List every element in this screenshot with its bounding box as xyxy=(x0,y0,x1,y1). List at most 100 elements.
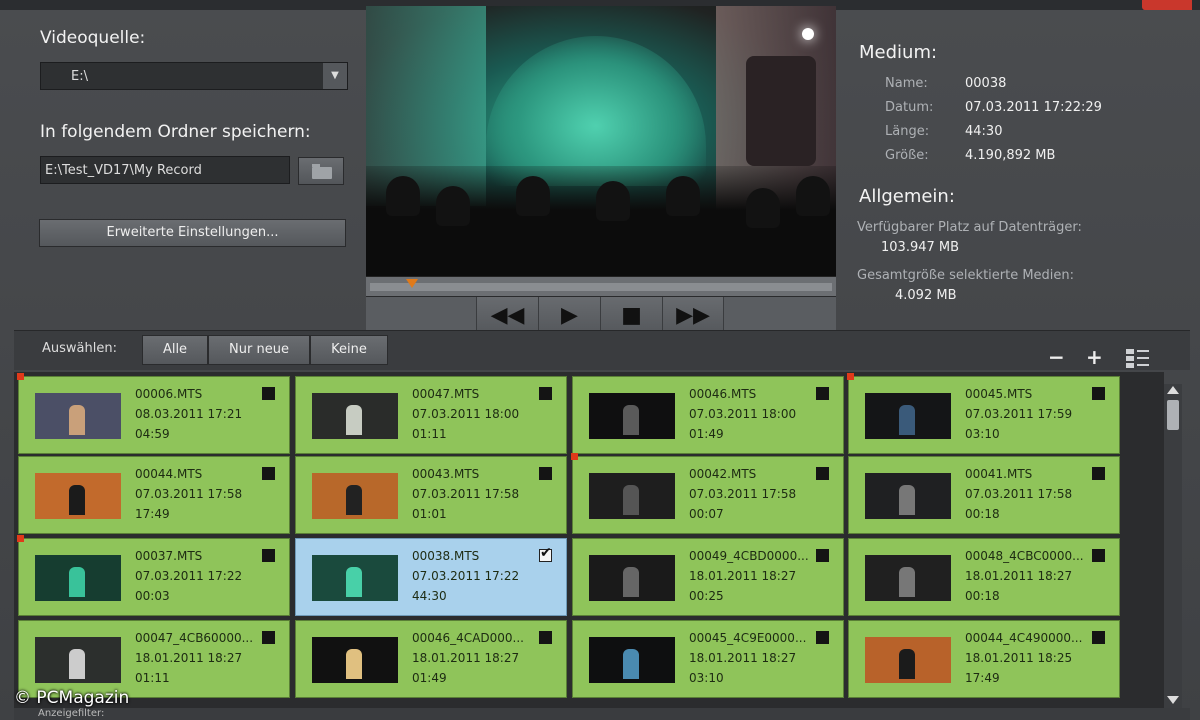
media-tile[interactable]: 00006.MTS 08.03.2011 17:21 04:59 xyxy=(17,373,290,454)
media-tile[interactable]: 00046_4CAD000... 18.01.2011 18:27 01:49 xyxy=(295,620,567,698)
new-media-marker xyxy=(17,535,24,542)
grid-scrollbar[interactable] xyxy=(1164,384,1182,708)
select-checkbox[interactable] xyxy=(1092,467,1105,480)
select-checkbox[interactable] xyxy=(262,387,275,400)
media-tile[interactable]: 00047_4CB60000... 18.01.2011 18:27 01:11 xyxy=(18,620,290,698)
select-none-button[interactable]: Keine xyxy=(310,335,388,365)
file-date: 07.03.2011 17:22 xyxy=(135,569,243,583)
preview-statue xyxy=(746,56,816,166)
media-tile[interactable]: 00042.MTS 07.03.2011 17:58 00:07 xyxy=(571,453,844,534)
media-tile[interactable]: 00045.MTS 07.03.2011 17:59 03:10 xyxy=(847,373,1120,454)
zoom-out-button[interactable]: − xyxy=(1048,345,1065,369)
preview-crowd xyxy=(366,166,836,276)
folder-path-input[interactable]: E:\Test_VD17\My Record xyxy=(40,156,290,184)
media-tile[interactable]: 00045_4C9E0000... 18.01.2011 18:27 03:10 xyxy=(572,620,844,698)
select-checkbox[interactable] xyxy=(1092,631,1105,644)
file-date: 18.01.2011 18:27 xyxy=(965,569,1073,583)
video-preview[interactable] xyxy=(366,6,836,276)
file-name: 00044_4C490000... xyxy=(965,631,1083,645)
file-name: 00043.MTS xyxy=(412,467,480,481)
file-length: 01:01 xyxy=(412,507,447,521)
media-tile[interactable]: 00044.MTS 07.03.2011 17:58 17:49 xyxy=(18,456,290,534)
scroll-down-icon[interactable] xyxy=(1167,696,1179,704)
file-length: 00:07 xyxy=(689,507,724,521)
import-window: Videoquelle: E:\ ▼ In folgendem Ordner s… xyxy=(0,0,1200,720)
file-date: 18.01.2011 18:25 xyxy=(965,651,1073,665)
browse-folder-button[interactable] xyxy=(298,157,344,185)
select-checkbox[interactable] xyxy=(539,467,552,480)
select-checkbox[interactable] xyxy=(816,631,829,644)
media-tile[interactable]: 00044_4C490000... 18.01.2011 18:25 17:49 xyxy=(848,620,1120,698)
preview-head xyxy=(746,188,780,228)
file-length: 01:11 xyxy=(135,671,170,685)
media-tile[interactable]: 00043.MTS 07.03.2011 17:58 01:01 xyxy=(295,456,567,534)
selection-toolbar: Auswählen: Alle Nur neue Keine − + xyxy=(14,330,1190,370)
file-length: 01:49 xyxy=(689,427,724,441)
preview-head xyxy=(796,176,830,216)
select-checkbox[interactable] xyxy=(539,631,552,644)
select-checkbox[interactable] xyxy=(1092,387,1105,400)
select-checkbox[interactable] xyxy=(539,387,552,400)
date-value: 07.03.2011 17:22:29 xyxy=(965,100,1102,115)
video-thumbnail xyxy=(35,473,121,519)
preview-head xyxy=(596,181,630,221)
view-mode-icon[interactable] xyxy=(1126,349,1150,369)
video-thumbnail xyxy=(589,393,675,439)
source-label: Videoquelle: xyxy=(40,28,146,48)
select-checkbox[interactable] xyxy=(816,549,829,562)
video-thumbnail xyxy=(35,637,121,683)
close-button[interactable] xyxy=(1142,0,1192,10)
file-date: 07.03.2011 18:00 xyxy=(689,407,797,421)
length-value: 44:30 xyxy=(965,124,1003,139)
length-label: Länge: xyxy=(885,124,930,139)
select-checkbox[interactable] xyxy=(816,467,829,480)
new-media-marker xyxy=(847,373,854,380)
advanced-settings-button[interactable]: Erweiterte Einstellungen... xyxy=(39,219,346,247)
select-checkbox[interactable] xyxy=(262,631,275,644)
date-label: Datum: xyxy=(885,100,934,115)
file-date: 07.03.2011 17:58 xyxy=(965,487,1073,501)
file-date: 07.03.2011 17:58 xyxy=(689,487,797,501)
preview-stage xyxy=(486,36,706,186)
media-tile[interactable]: 00041.MTS 07.03.2011 17:58 00:18 xyxy=(848,456,1120,534)
media-tile[interactable]: 00049_4CBD0000... 18.01.2011 18:27 00:25 xyxy=(572,538,844,616)
playhead-marker[interactable] xyxy=(406,279,418,288)
scrollbar-thumb[interactable] xyxy=(1167,400,1179,430)
media-tile[interactable]: 00047.MTS 07.03.2011 18:00 01:11 xyxy=(295,376,567,454)
select-all-button[interactable]: Alle xyxy=(142,335,208,365)
video-thumbnail xyxy=(589,555,675,601)
file-date: 07.03.2011 18:00 xyxy=(412,407,520,421)
zoom-in-button[interactable]: + xyxy=(1086,345,1103,369)
file-length: 00:03 xyxy=(135,589,170,603)
file-name: 00037.MTS xyxy=(135,549,203,563)
video-thumbnail xyxy=(865,637,951,683)
scroll-up-icon[interactable] xyxy=(1167,386,1179,394)
media-tile[interactable]: 00038.MTS 07.03.2011 17:22 44:30 xyxy=(295,538,567,616)
free-space-label: Verfügbarer Platz auf Datenträger: xyxy=(857,220,1082,235)
video-thumbnail xyxy=(312,473,398,519)
preview-head xyxy=(516,176,550,216)
video-thumbnail xyxy=(312,393,398,439)
select-checkbox[interactable] xyxy=(262,467,275,480)
timeline[interactable] xyxy=(366,276,836,296)
media-tile[interactable]: 00037.MTS 07.03.2011 17:22 00:03 xyxy=(17,535,290,616)
chevron-down-icon[interactable]: ▼ xyxy=(323,63,347,89)
media-tile[interactable]: 00046.MTS 07.03.2011 18:00 01:49 xyxy=(572,376,844,454)
video-thumbnail xyxy=(312,555,398,601)
timeline-track[interactable] xyxy=(370,283,832,291)
select-new-button[interactable]: Nur neue xyxy=(208,335,310,365)
select-checkbox[interactable] xyxy=(539,545,552,562)
file-length: 04:59 xyxy=(135,427,170,441)
video-thumbnail xyxy=(865,393,951,439)
folder-icon xyxy=(312,164,332,179)
select-checkbox[interactable] xyxy=(1092,549,1105,562)
media-tile[interactable]: 00048_4CBC0000... 18.01.2011 18:27 00:18 xyxy=(848,538,1120,616)
preview-light xyxy=(802,28,814,40)
file-length: 00:18 xyxy=(965,507,1000,521)
file-name: 00049_4CBD0000... xyxy=(689,549,809,563)
source-select[interactable]: E:\ ▼ xyxy=(40,62,348,90)
select-checkbox[interactable] xyxy=(816,387,829,400)
new-media-marker xyxy=(571,453,578,460)
select-checkbox[interactable] xyxy=(262,549,275,562)
filter-bar: Anzeigefilter: xyxy=(14,708,1190,720)
